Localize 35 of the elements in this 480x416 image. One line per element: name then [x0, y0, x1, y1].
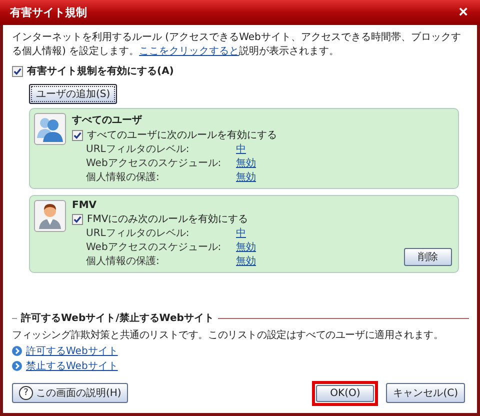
- setting-label: 個人情報の保護:: [86, 254, 160, 268]
- arrow-icon: [12, 346, 22, 356]
- setting-label: Webアクセスのスケジュール:: [86, 157, 222, 170]
- section-heading: 許可するWebサイト/禁止するWebサイト: [21, 312, 214, 325]
- checkbox-label: すべてのユーザに次のルールを有効にする: [87, 128, 277, 142]
- help-link[interactable]: ここをクリックすると: [139, 46, 240, 57]
- setting-link[interactable]: 無効: [236, 256, 256, 267]
- help-button[interactable]: ? この画面の説明(H): [12, 383, 128, 403]
- user-name: すべてのユーザ: [72, 114, 143, 127]
- setting-link[interactable]: 中: [236, 228, 246, 239]
- setting-label: Webアクセスのスケジュール:: [86, 241, 222, 254]
- setting-label: URLフィルタのレベル:: [86, 227, 190, 240]
- setting-link[interactable]: 中: [236, 144, 246, 155]
- arrow-icon: [12, 361, 22, 371]
- site-link[interactable]: 禁止するWebサイト: [26, 359, 118, 373]
- setting-label: URLフィルタのレベル:: [86, 143, 190, 156]
- setting-link[interactable]: 無効: [236, 172, 256, 183]
- intro-text: インターネットを利用するルール (アクセスできるWebサイト、アクセスできる時間帯、ブロックする個人情報) を設定します。ここをクリックすると説明が表示されます。: [12, 31, 462, 59]
- close-button[interactable]: ×: [454, 4, 472, 20]
- user-name: FMV: [72, 200, 98, 211]
- checkbox[interactable]: [12, 66, 23, 76]
- delete-button[interactable]: 削除: [404, 248, 452, 266]
- window-title: 有害サイト規制: [10, 5, 87, 20]
- checkbox-label: FMVにのみ次のルールを有効にする: [87, 212, 248, 226]
- setting-link[interactable]: 無効: [236, 242, 256, 253]
- add-user-button[interactable]: ユーザの追加(S): [29, 84, 118, 104]
- section-description: フィッシング詐欺対策と共通のリストです。このリストの設定はすべてのユーザに適用されます。: [12, 328, 444, 342]
- cancel-button[interactable]: キャンセル(C): [386, 383, 465, 403]
- checkbox[interactable]: [72, 130, 83, 140]
- checkbox[interactable]: [72, 214, 83, 224]
- checkbox-label: 有害サイト規制を有効にする(A): [27, 64, 174, 78]
- site-link[interactable]: 許可するWebサイト: [26, 344, 118, 358]
- ok-button[interactable]: OK(O): [316, 384, 374, 402]
- setting-link[interactable]: 無効: [236, 158, 256, 169]
- setting-label: 個人情報の保護:: [86, 170, 160, 184]
